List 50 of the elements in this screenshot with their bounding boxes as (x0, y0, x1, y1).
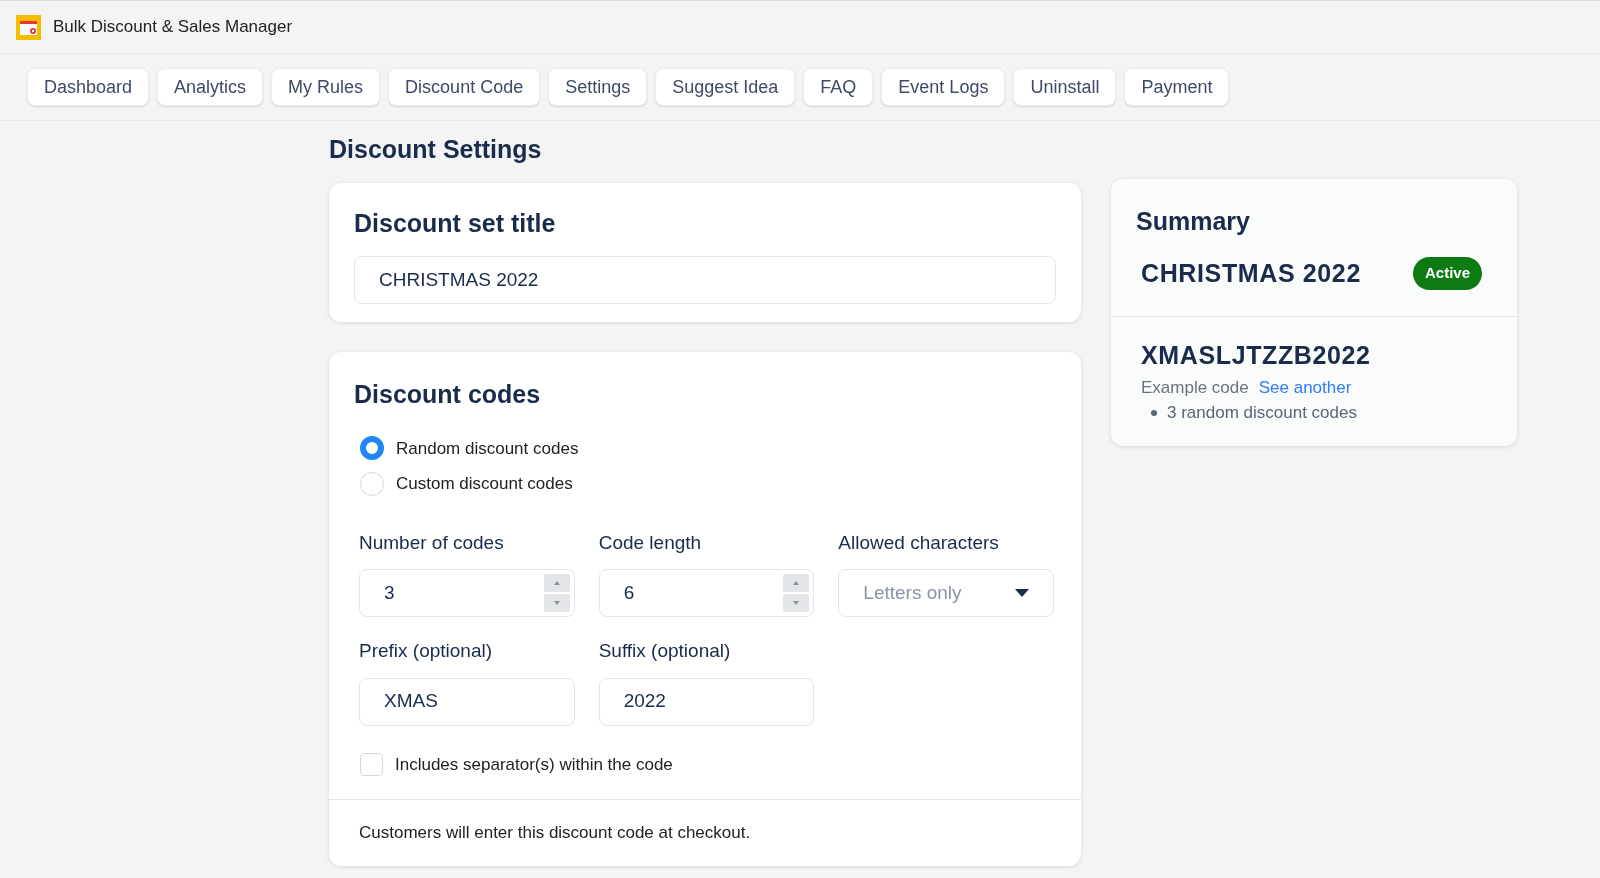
page-title: Discount Settings (329, 134, 543, 165)
increment-icon[interactable] (783, 574, 810, 592)
radio-label: Random discount codes (396, 437, 579, 460)
field-value: CHRISTMAS 2022 (379, 267, 539, 292)
footer-note: Customers will enter this discount code at checkout. (359, 822, 752, 844)
example-code: XMASLJTZZB2022 (1141, 340, 1372, 371)
text-field[interactable]: 2022 (598, 677, 815, 726)
nav-tab[interactable]: Settings (548, 68, 648, 106)
app-title: Bulk Discount & Sales Manager (53, 16, 293, 39)
card-heading: Summary (1136, 206, 1251, 237)
see-another-link[interactable]: See another (1258, 374, 1352, 400)
field-value: 6 (623, 580, 636, 605)
field-value: 2022 (623, 689, 666, 714)
card-heading: Discount set title (354, 207, 557, 239)
text-field[interactable]: XMAS (359, 677, 575, 726)
status-badge: Active (1412, 257, 1482, 290)
field-label: Suffix (optional) (598, 639, 732, 663)
nav-tab[interactable]: Dashboard (27, 68, 150, 106)
decrement-icon[interactable] (543, 594, 570, 612)
calendar-icon (16, 14, 41, 40)
nav-tab[interactable]: Uninstall (1013, 68, 1117, 106)
number-field[interactable]: 6 (598, 569, 815, 617)
card-heading: Discount codes (354, 379, 542, 410)
select-placeholder: Letters only (863, 580, 963, 605)
checkbox[interactable] (360, 752, 383, 776)
caret-icon (1015, 589, 1029, 597)
field-label: Allowed characters (838, 530, 1000, 555)
nav-tab[interactable]: Suggest Idea (655, 68, 796, 106)
title-input[interactable]: CHRISTMAS 2022 (354, 256, 1056, 304)
nav-tab[interactable]: Payment (1124, 68, 1230, 106)
field-value: XMAS (384, 689, 438, 714)
decrement-icon[interactable] (783, 594, 810, 612)
bullet-icon (1151, 409, 1157, 416)
field-label: Code length (598, 530, 703, 555)
checkbox-label: Includes separator(s) within the code (395, 753, 673, 776)
summary-item: 3 random discount codes (1167, 402, 1357, 424)
field-value: 3 (384, 580, 396, 605)
summary-title: CHRISTMAS 2022 (1141, 257, 1361, 289)
field-label: Number of codes (359, 530, 505, 555)
field-label: Prefix (optional) (359, 639, 494, 663)
radio-label: Custom discount codes (396, 473, 573, 495)
nav-tab[interactable]: Discount Code (388, 68, 541, 106)
example-label: Example code (1141, 376, 1249, 399)
increment-icon[interactable] (543, 574, 570, 592)
number-field[interactable]: 3 (359, 569, 575, 617)
nav-tab[interactable]: FAQ (803, 68, 874, 106)
nav-tab[interactable]: Event Logs (881, 68, 1006, 106)
nav-tab[interactable]: Analytics (157, 68, 264, 106)
nav-tab[interactable]: My Rules (271, 68, 381, 106)
radio-button[interactable] (360, 436, 384, 461)
